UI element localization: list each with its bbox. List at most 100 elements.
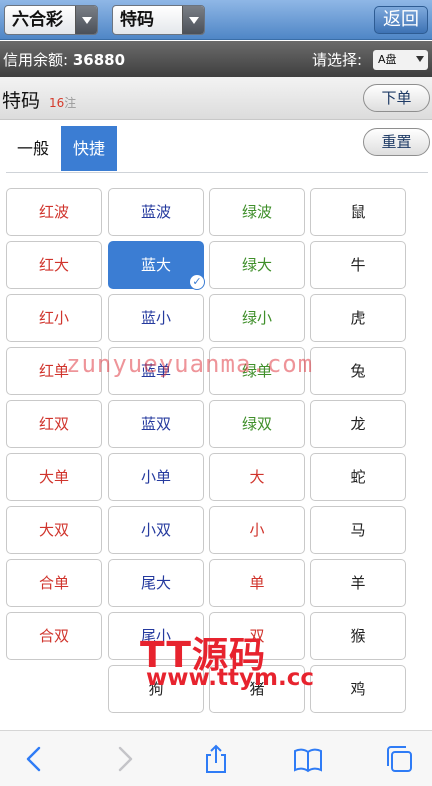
checkmark-icon: ✓	[189, 274, 205, 290]
bet-option-cell[interactable]: 龙	[310, 400, 406, 448]
pick-label: 请选择:	[312, 51, 363, 69]
bet-option-label: 红单	[38, 362, 69, 380]
bet-option-label: 牛	[350, 256, 366, 274]
bet-option-label: 红大	[38, 256, 69, 274]
bet-option-label: 蓝双	[140, 415, 171, 433]
title-bar: 特码 16注 下单	[0, 77, 432, 120]
bet-option-cell[interactable]: 鼠	[310, 188, 406, 236]
bet-option-cell[interactable]: 大	[209, 453, 305, 501]
tab-quick[interactable]: 快捷	[61, 126, 117, 171]
bet-option-cell[interactable]: 鸡	[310, 665, 406, 713]
bet-option-label: 猴	[350, 627, 366, 645]
credit-bar: 信用余额: 36880 请选择: A盘	[0, 41, 432, 77]
bet-option-label: 尾大	[140, 574, 171, 592]
bet-option-label: 羊	[350, 574, 366, 592]
bet-option-label: 绿波	[241, 203, 272, 221]
bet-option-label: 绿双	[241, 415, 272, 433]
tabs-icon[interactable]	[383, 743, 415, 775]
game-select[interactable]: 六合彩	[4, 5, 98, 35]
credit-label: 信用余额: 36880	[3, 49, 125, 70]
browser-toolbar	[0, 730, 432, 786]
bookmarks-icon[interactable]	[292, 743, 324, 775]
bet-option-label: 绿小	[241, 309, 272, 327]
bet-option-cell[interactable]: 虎	[310, 294, 406, 342]
forward-icon[interactable]	[108, 743, 140, 775]
bet-option-label: 单	[249, 574, 265, 592]
bet-option-label: 红小	[38, 309, 69, 327]
bet-option-cell[interactable]: 大双	[6, 506, 102, 554]
bet-option-label: 龙	[350, 415, 366, 433]
bet-option-cell[interactable]: 红波	[6, 188, 102, 236]
credit-balance: 36880	[72, 51, 126, 69]
game-select-value: 六合彩	[12, 10, 63, 30]
bet-option-cell[interactable]: 单	[209, 559, 305, 607]
tab-normal[interactable]: 一般	[6, 126, 60, 171]
bet-option-cell[interactable]: 红小	[6, 294, 102, 342]
divider	[6, 172, 428, 173]
bet-option-label: 蓝波	[140, 203, 171, 221]
bet-option-label: 大双	[38, 521, 69, 539]
bet-option-label: 蛇	[350, 468, 366, 486]
bet-option-label: 小单	[140, 468, 171, 486]
bet-option-label: 小	[249, 521, 265, 539]
bet-option-label: 鼠	[350, 203, 366, 221]
bet-option-cell[interactable]: 红双	[6, 400, 102, 448]
bet-option-label: 大单	[38, 468, 69, 486]
credit-label-text: 信用余额:	[3, 51, 69, 69]
bet-option-cell[interactable]: 蓝波	[108, 188, 204, 236]
bet-option-label: 蓝小	[140, 309, 171, 327]
bet-option-cell[interactable]: 绿双	[209, 400, 305, 448]
bet-option-cell[interactable]: 绿大	[209, 241, 305, 289]
bet-option-cell[interactable]: 小单	[108, 453, 204, 501]
bet-option-cell[interactable]: 合单	[6, 559, 102, 607]
bet-option-label: 合双	[38, 627, 69, 645]
back-icon[interactable]	[19, 743, 51, 775]
bet-option-label: 虎	[350, 309, 366, 327]
bet-option-cell[interactable]: 合双	[6, 612, 102, 660]
page-title: 特码	[2, 90, 41, 112]
bet-option-cell[interactable]: 蓝小	[108, 294, 204, 342]
bet-option-cell[interactable]: 羊	[310, 559, 406, 607]
chevron-down-icon	[75, 6, 97, 34]
bet-option-cell[interactable]: 绿小	[209, 294, 305, 342]
watermark-brand-url: www.ttym.cc	[146, 665, 314, 691]
place-order-button[interactable]: 下单	[363, 84, 430, 112]
pan-select[interactable]: A盘	[373, 50, 428, 70]
back-button[interactable]: 返回	[374, 6, 428, 34]
bet-option-cell[interactable]: 蓝双	[108, 400, 204, 448]
bet-option-cell[interactable]: 猴	[310, 612, 406, 660]
bet-option-label: 鸡	[350, 680, 366, 698]
bet-type-select-value: 特码	[120, 10, 154, 30]
bet-option-cell[interactable]: 大单	[6, 453, 102, 501]
chevron-down-icon	[416, 56, 424, 62]
top-nav-bar: 六合彩 特码 返回	[0, 0, 432, 40]
bet-option-cell[interactable]: 蛇	[310, 453, 406, 501]
bet-option-label: 红双	[38, 415, 69, 433]
bet-type-select[interactable]: 特码	[112, 5, 205, 35]
bet-option-label: 大	[249, 468, 265, 486]
bet-option-cell[interactable]: 兔	[310, 347, 406, 395]
bet-option-cell[interactable]: 绿波	[209, 188, 305, 236]
bet-option-label: 蓝大	[140, 256, 171, 274]
bet-option-cell[interactable]: 红大	[6, 241, 102, 289]
bet-option-label: 红波	[38, 203, 69, 221]
pan-select-value: A盘	[378, 53, 397, 66]
chevron-down-icon	[182, 6, 204, 34]
bet-count: 16注	[49, 94, 76, 111]
share-icon[interactable]	[200, 743, 232, 775]
bet-option-label: 绿大	[241, 256, 272, 274]
bet-count-unit: 注	[64, 96, 77, 110]
bet-option-cell[interactable]: 小	[209, 506, 305, 554]
bet-option-cell[interactable]: 马	[310, 506, 406, 554]
bet-option-cell[interactable]: 尾大	[108, 559, 204, 607]
bet-count-number: 16	[49, 96, 65, 110]
watermark-url: zunyueyuanma.com	[66, 350, 314, 378]
reset-button[interactable]: 重置	[363, 128, 430, 156]
bet-option-cell[interactable]: 小双	[108, 506, 204, 554]
bet-option-label: 合单	[38, 574, 69, 592]
bet-option-cell[interactable]: 蓝大 ✓	[108, 241, 205, 290]
bet-option-cell[interactable]: 牛	[310, 241, 406, 289]
bet-option-label: 小双	[140, 521, 171, 539]
bet-option-label: 马	[350, 521, 366, 539]
bet-option-label: 兔	[350, 362, 366, 380]
